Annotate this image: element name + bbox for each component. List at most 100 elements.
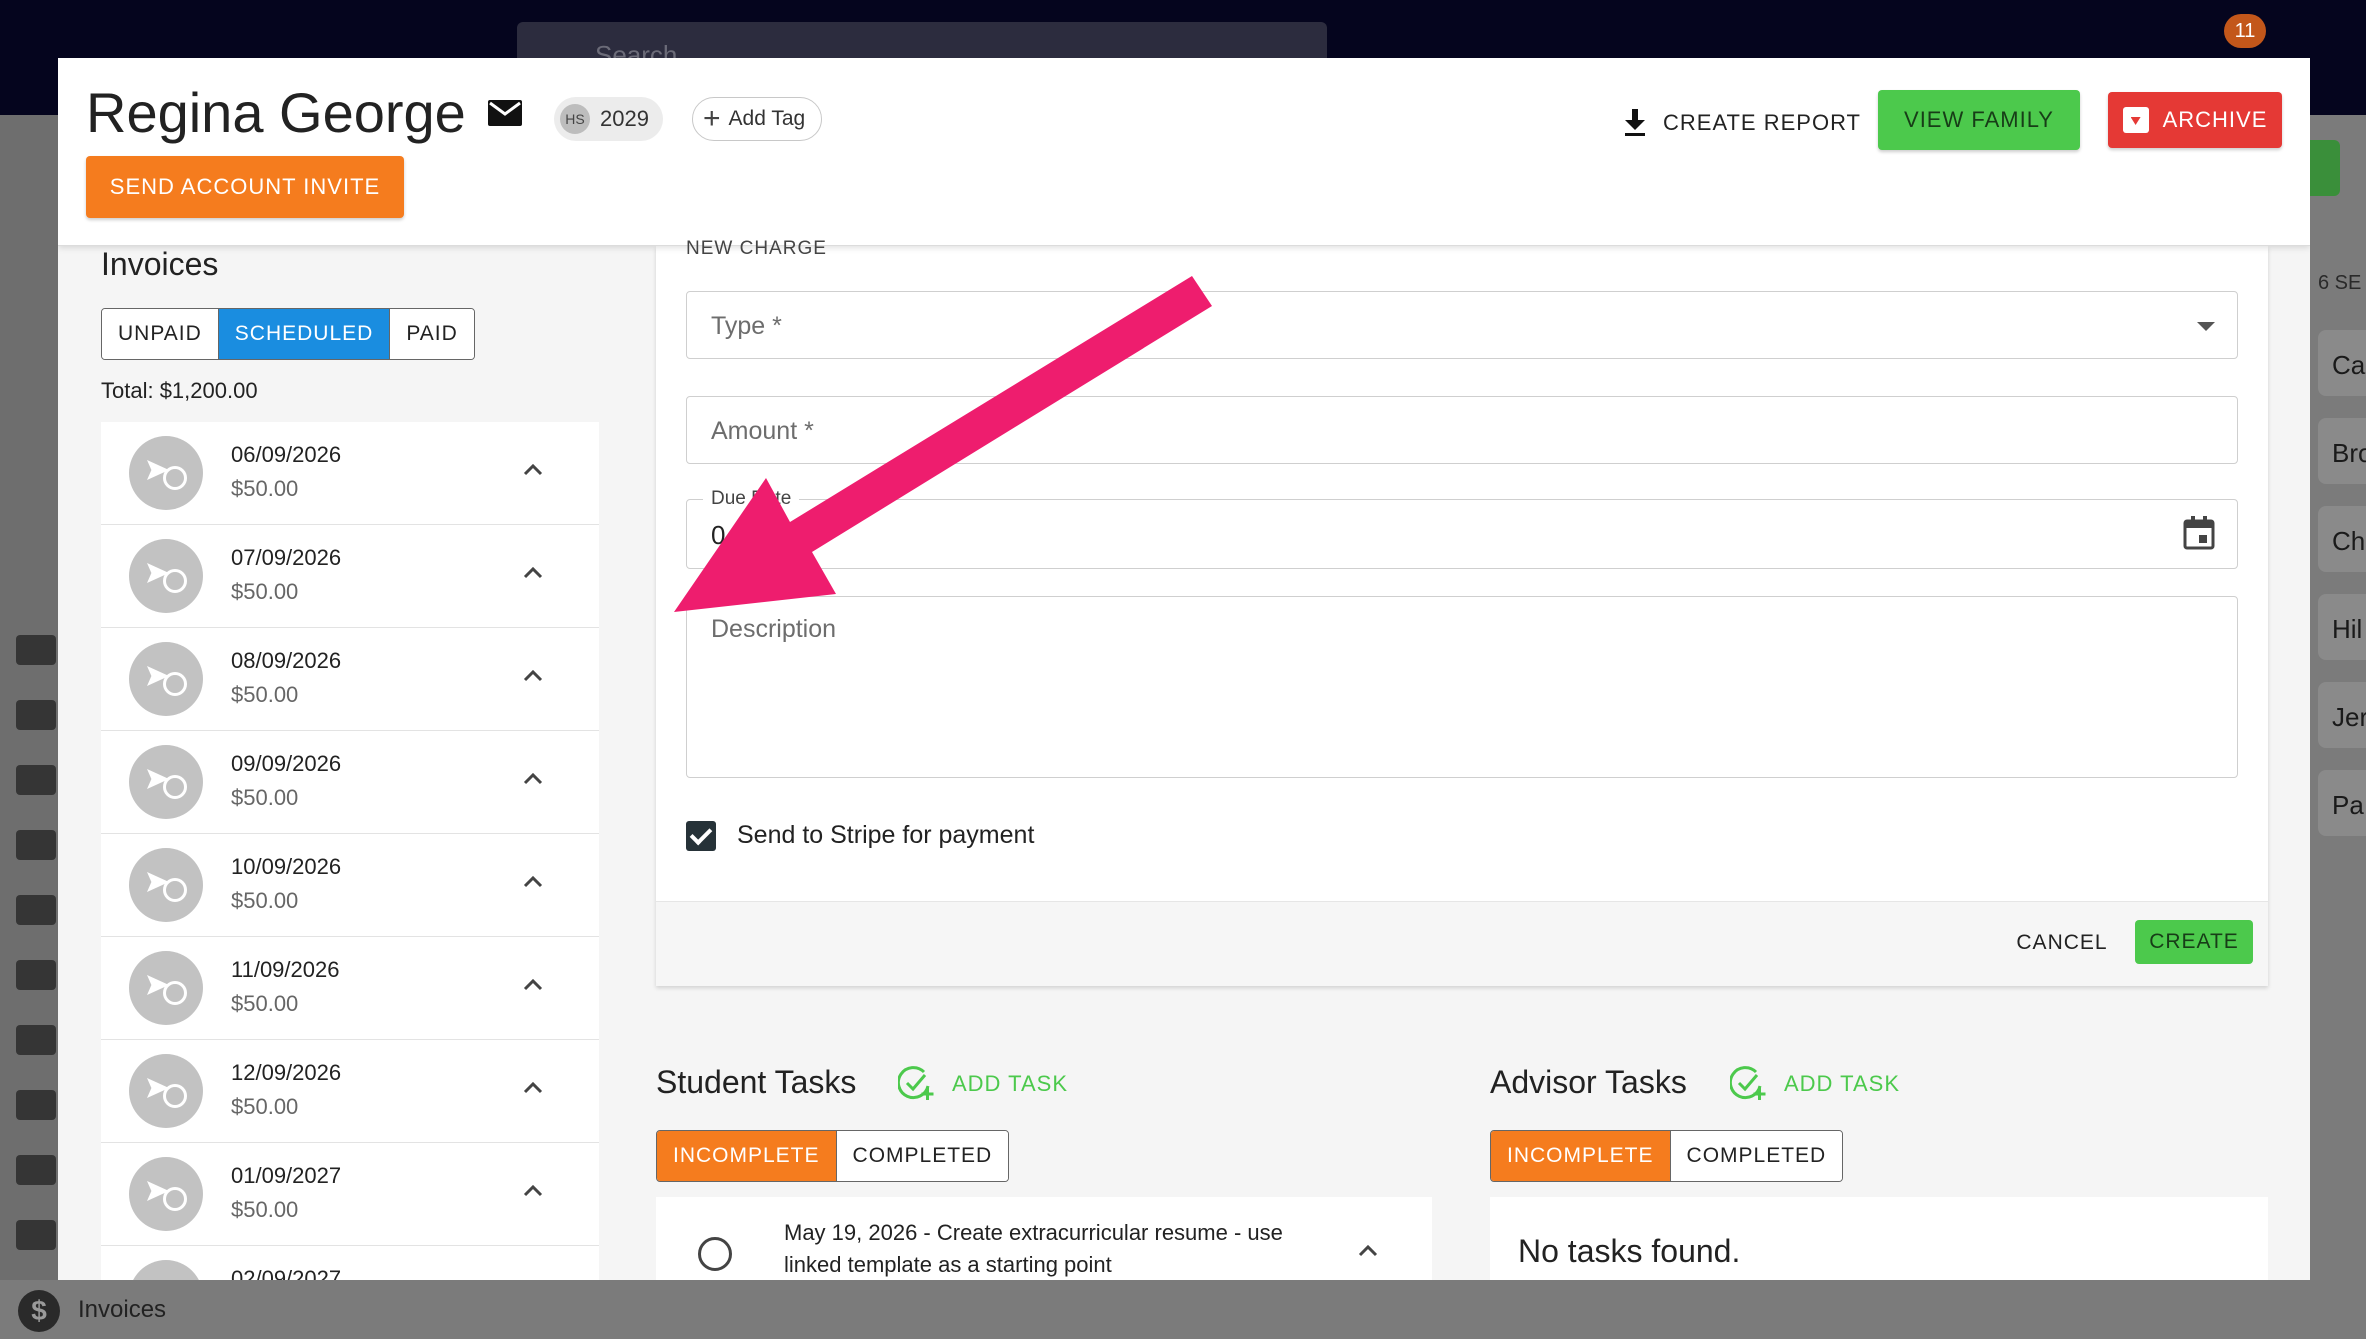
task-text: May 19, 2026 - Create extracurricular re… [784, 1220, 1283, 1277]
modal-header: Regina George HS 2029 + Add Tag SEND ACC… [58, 58, 2310, 246]
invoice-amount: $50.00 [231, 1094, 299, 1119]
background-card[interactable]: Hil [2318, 594, 2366, 660]
view-family-button[interactable]: VIEW FAMILY [1878, 90, 2080, 150]
create-button[interactable]: CREATE [2135, 920, 2253, 964]
chevron-up-icon[interactable] [521, 561, 545, 585]
student-tab-incomplete[interactable]: INCOMPLETE [657, 1131, 837, 1181]
inbox-icon[interactable] [16, 960, 56, 990]
nav-invoices-label[interactable]: Invoices [78, 1296, 166, 1324]
tab-unpaid[interactable]: UNPAID [102, 309, 219, 359]
invoice-date: 08/09/2026 [231, 648, 342, 673]
app-left-rail [0, 115, 58, 1339]
add-tag-chip[interactable]: + Add Tag [692, 97, 823, 141]
due-date-label: Due Date [703, 488, 800, 510]
invoice-row[interactable]: 10/09/2026 $50.00 [101, 834, 599, 937]
background-card[interactable]: Bro [2318, 418, 2366, 484]
no-tasks-message: No tasks found. [1518, 1233, 1741, 1269]
invoice-row[interactable]: 01/09/2027 $50.00 [101, 1143, 599, 1246]
invoice-date: 09/09/2026 [231, 751, 342, 776]
invoice-row[interactable]: 12/09/2026 $50.00 [101, 1040, 599, 1143]
student-task-item[interactable]: May 19, 2026 - Create extracurricular re… [656, 1197, 1432, 1280]
dollar-icon: $ [18, 1290, 60, 1332]
chevron-up-icon[interactable] [521, 1179, 545, 1203]
due-date-field[interactable]: Due Date 0 26 [686, 488, 2238, 569]
chevron-up-icon[interactable] [521, 458, 545, 482]
invoice-row[interactable]: 06/09/2026 $50.00 [101, 422, 599, 525]
invoice-row[interactable]: 07/09/2026 $50.00 [101, 525, 599, 628]
invoice-status-toggle: UNPAID SCHEDULED PAID [101, 308, 475, 360]
email-icon[interactable] [488, 100, 522, 126]
invoice-row[interactable]: 02/09/2027 [101, 1246, 599, 1280]
mail-icon[interactable] [16, 1220, 56, 1250]
background-card[interactable]: Ca [2318, 330, 2366, 396]
background-card[interactable]: Pa [2318, 770, 2366, 836]
invoice-date: 12/09/2026 [231, 1060, 342, 1085]
charge-amount-field[interactable]: Amount * [686, 396, 2238, 464]
charge-type-select[interactable]: Type * [686, 291, 2238, 359]
book-icon[interactable] [16, 1090, 56, 1120]
description-field[interactable]: Description [686, 596, 2238, 778]
due-date-value: 0 26 [711, 520, 807, 550]
add-task-icon [1730, 1066, 1766, 1100]
chevron-up-icon[interactable] [521, 973, 545, 997]
chevron-up-icon[interactable] [521, 1076, 545, 1100]
create-report-label: CREATE REPORT [1663, 110, 1861, 135]
advisor-tab-incomplete[interactable]: INCOMPLETE [1491, 1131, 1671, 1181]
plus-icon: + [703, 102, 721, 135]
create-report-button[interactable]: CREATE REPORT [1623, 100, 1861, 146]
description-placeholder: Description [711, 615, 837, 643]
layers-icon[interactable] [16, 635, 56, 665]
invoice-date: 07/09/2026 [231, 545, 342, 570]
student-add-task-label: ADD TASK [952, 1071, 1068, 1096]
chevron-up-icon[interactable] [521, 664, 545, 688]
invoice-amount: $50.00 [231, 991, 299, 1016]
chevron-up-icon[interactable] [1356, 1239, 1380, 1263]
new-charge-section-label: NEW CHARGE [686, 238, 827, 259]
background-card[interactable]: Ch [2318, 506, 2366, 572]
calendar-icon[interactable] [2183, 516, 2215, 550]
cancel-button[interactable]: CANCEL [2002, 921, 2122, 965]
student-tasks-title: Student Tasks [656, 1064, 857, 1100]
invoice-list: 06/09/2026 $50.00 07/09/2026 $50.00 08/0… [101, 422, 599, 1280]
tab-scheduled[interactable]: SCHEDULED [218, 309, 391, 359]
sports-icon[interactable] [16, 765, 56, 795]
invoice-amount: $50.00 [231, 682, 299, 707]
checklist-icon[interactable] [16, 830, 56, 860]
tab-paid[interactable]: PAID [390, 309, 474, 359]
stripe-checkbox[interactable] [686, 821, 716, 851]
invoice-row[interactable]: 09/09/2026 $50.00 [101, 731, 599, 834]
grade-chip[interactable]: HS 2029 [554, 97, 663, 141]
advisor-tasks-title: Advisor Tasks [1490, 1064, 1687, 1100]
charge-amount-placeholder: Amount * [711, 417, 814, 445]
download-icon [1625, 109, 1645, 136]
archive-button[interactable]: ARCHIVE [2108, 92, 2282, 148]
document-icon[interactable] [16, 1155, 56, 1185]
app-bottom-nav: $ Invoices [0, 1280, 2366, 1339]
grade-chip-label: 2029 [600, 106, 649, 131]
chevron-up-icon[interactable] [521, 767, 545, 791]
student-task-toggle: INCOMPLETE COMPLETED [656, 1130, 1010, 1182]
columns-icon[interactable] [16, 700, 56, 730]
invoice-date: 06/09/2026 [231, 442, 342, 467]
merge-icon[interactable] [16, 1025, 56, 1055]
invoice-amount: $50.00 [231, 785, 299, 810]
student-modal: Regina George HS 2029 + Add Tag SEND ACC… [58, 58, 2310, 1280]
invoice-row[interactable]: 11/09/2026 $50.00 [101, 937, 599, 1040]
student-add-task-button[interactable]: ADD TASK [898, 1066, 1068, 1102]
list-icon[interactable] [16, 895, 56, 925]
invoice-amount: $50.00 [231, 579, 299, 604]
advisor-tab-completed[interactable]: COMPLETED [1670, 1131, 1843, 1181]
student-name: Regina George [86, 81, 466, 144]
archive-icon [2122, 107, 2149, 133]
notification-badge[interactable]: 11 [2224, 14, 2266, 48]
stripe-checkbox-label[interactable]: Send to Stripe for payment [737, 821, 1034, 850]
advisor-add-task-button[interactable]: ADD TASK [1730, 1066, 1900, 1102]
send-account-invite-button[interactable]: SEND ACCOUNT INVITE [86, 156, 404, 218]
invoice-row[interactable]: 08/09/2026 $50.00 [101, 628, 599, 731]
advisor-task-panel: No tasks found. [1490, 1197, 2268, 1280]
task-complete-radio[interactable] [698, 1237, 732, 1271]
background-card[interactable]: Jer [2318, 682, 2366, 748]
student-tab-completed[interactable]: COMPLETED [836, 1131, 1009, 1181]
chevron-up-icon[interactable] [521, 870, 545, 894]
invoice-date: 01/09/2027 [231, 1163, 342, 1188]
